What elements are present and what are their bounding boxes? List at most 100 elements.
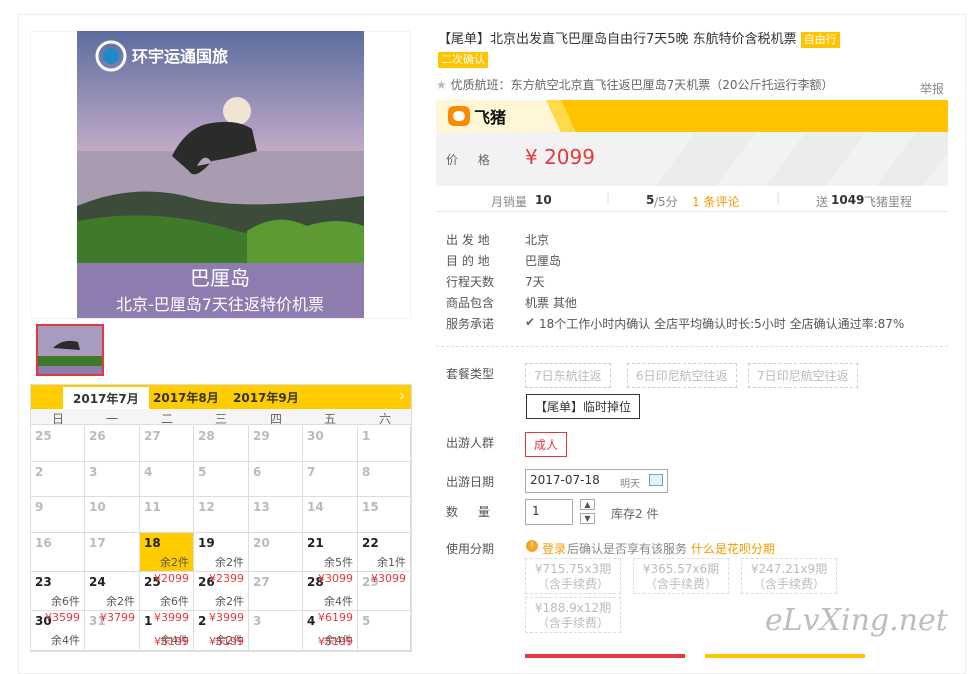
- installment-note: 后确认是否享有该服务: [567, 542, 688, 556]
- calendar-day[interactable]: 30 ¥3599 余4件: [31, 611, 85, 651]
- huabei-info-link[interactable]: 什么是花呗分期: [691, 540, 775, 557]
- calendar-day-number: 2: [198, 614, 207, 628]
- calendar-day-stock: 余6件: [51, 595, 80, 608]
- calendar-day-stock: 余2件: [215, 556, 244, 569]
- calendar-day: 3: [249, 611, 303, 651]
- quantity-down-icon[interactable]: ▼: [580, 513, 595, 524]
- info-key: 行程天数: [446, 275, 495, 289]
- month-tab-aug[interactable]: 2017年8月: [153, 389, 219, 406]
- installment-option[interactable]: ¥247.21x9期 （含手续费）: [741, 558, 837, 594]
- calendar-day[interactable]: 19 余2件: [194, 533, 249, 572]
- calendar-day[interactable]: 26 ¥2399 余2件: [194, 572, 249, 611]
- image-caption-subtitle: 北京-巴厘岛7天往返特价机票: [116, 295, 324, 314]
- calendar-day[interactable]: 4 ¥6199 余4件 ¥5199: [303, 611, 358, 651]
- installment-login-link[interactable]: 登录: [542, 540, 566, 557]
- installment-fee-note: （含手续费）: [536, 616, 609, 630]
- weekday-label: 一: [105, 412, 118, 426]
- calendar-day-number: 12: [198, 500, 215, 514]
- add-to-cart-button[interactable]: [705, 654, 865, 658]
- product-title-text: 【尾单】北京出发直飞巴厘岛自由行7天5晚 东航特价含税机票: [438, 32, 797, 47]
- rating-suffix: /5分: [654, 195, 678, 209]
- calendar-day: 20: [249, 533, 303, 572]
- calendar-day-number: 16: [35, 536, 52, 550]
- miles-suffix: 飞猪里程: [864, 195, 913, 209]
- calendar-day: 31 ¥3799: [85, 611, 140, 651]
- calendar-day[interactable]: 28 ¥3099 余4件: [303, 572, 358, 611]
- calendar-day: 9: [31, 497, 85, 533]
- thumbnail-image[interactable]: [36, 324, 104, 376]
- calendar-icon[interactable]: [649, 474, 663, 486]
- calendar-day-number: 23: [35, 575, 52, 589]
- calendar-day: 3: [85, 462, 140, 497]
- calendar-day[interactable]: 25 ¥2099 余6件: [140, 572, 194, 611]
- monthly-sales-value: 10: [535, 193, 552, 207]
- calendar-day-number: 9: [35, 500, 44, 514]
- traveler-type-adult[interactable]: 成人: [525, 432, 568, 457]
- calendar-day-price: ¥3999: [154, 611, 189, 624]
- calendar-day: 7: [303, 462, 358, 497]
- travel-date-value: 2017-07-18: [530, 473, 600, 487]
- calendar-day-number: 1: [144, 614, 153, 628]
- calendar-day-price: ¥5199: [318, 635, 353, 648]
- brand-logo-text: 环宇运通国旅: [132, 47, 228, 66]
- installment-option[interactable]: ¥365.57x6期 （含手续费）: [633, 558, 729, 594]
- weekday-label: 日: [51, 412, 64, 426]
- calendar-day-number: 21: [307, 536, 324, 550]
- quantity-input[interactable]: 1: [525, 499, 573, 525]
- calendar-day-number: 4: [144, 465, 153, 479]
- calendar-day-number: 15: [362, 500, 379, 514]
- month-tab-jul[interactable]: 2017年7月: [63, 387, 149, 409]
- travel-date-hint: 明天: [620, 479, 640, 490]
- calendar-day[interactable]: 18 余2件: [140, 533, 194, 572]
- calendar-day[interactable]: 1 ¥3999 余4件 ¥5199: [140, 611, 194, 651]
- calendar-day: 14: [303, 497, 358, 533]
- calendar-day-stock: 余4件: [324, 595, 353, 608]
- book-now-button[interactable]: [525, 654, 685, 658]
- product-subtitle: ★ 优质航班：东方航空北京直飞往返巴厘岛7天机票（20公斤托运行李额）: [436, 76, 834, 93]
- calendar-day: 1: [358, 426, 411, 462]
- installment-option[interactable]: ¥715.75x3期 （含手续费）: [525, 558, 621, 594]
- info-value: 北京: [525, 233, 550, 247]
- info-value: 18个工作小时内确认 全店平均确认时长:5小时 全店确认通过率:87%: [539, 317, 905, 331]
- main-product-image[interactable]: 环宇运通国旅 巴厘岛 北京-巴厘岛7天往返特价机票: [77, 31, 364, 318]
- price-value: ¥ 2099: [525, 145, 595, 169]
- calendar-day[interactable]: 2 ¥3999 余2件 ¥5199: [194, 611, 249, 651]
- calendar-day[interactable]: 22 余1件: [358, 533, 411, 572]
- calendar-day: 13: [249, 497, 303, 533]
- package-option-selected[interactable]: 【尾单】临时掉位: [526, 394, 641, 419]
- miles-value: 1049: [831, 193, 865, 207]
- calendar-day: 4: [140, 462, 194, 497]
- report-link[interactable]: 举报: [920, 80, 944, 97]
- package-option[interactable]: 7日印尼航空往返: [748, 363, 858, 388]
- calendar-day: 29 ¥3099: [358, 572, 411, 611]
- review-count-link[interactable]: 1 条评论: [692, 193, 739, 210]
- calendar-day-number: 3: [253, 614, 262, 628]
- package-option[interactable]: 7日东航往返: [525, 363, 611, 388]
- info-value: 机票 其他: [525, 296, 577, 310]
- month-tab-sep[interactable]: 2017年9月: [233, 389, 299, 406]
- calendar-day: 11: [140, 497, 194, 533]
- calendar-day-number: 17: [89, 536, 106, 550]
- calendar-day-stock: 余2件: [215, 595, 244, 608]
- package-option[interactable]: 6日印尼航空往返: [627, 363, 737, 388]
- service-promise-icon: ✔: [525, 315, 536, 329]
- image-caption-title: 巴厘岛: [190, 266, 250, 290]
- installment-amount: ¥365.57x6期: [642, 562, 720, 576]
- calendar-day: 5: [358, 611, 411, 651]
- travel-date-input[interactable]: 2017-07-18 明天: [525, 469, 668, 493]
- price-box: [436, 132, 948, 186]
- calendar-day[interactable]: 24 余2件: [85, 572, 140, 611]
- calendar-day-number: 5: [362, 614, 371, 628]
- calendar-day[interactable]: 21 余5件: [303, 533, 358, 572]
- calendar-day[interactable]: 23 余6件: [31, 572, 85, 611]
- calendar-day-price: ¥6199: [318, 611, 353, 624]
- next-month-icon[interactable]: ›: [399, 388, 405, 404]
- departure-calendar: 2017年7月 2017年8月 2017年9月 › 日 一 二 三 四 五 六 …: [30, 384, 412, 652]
- quantity-up-icon[interactable]: ▲: [580, 499, 595, 510]
- confirm-badge: 二次确认: [438, 52, 488, 68]
- installment-amount: ¥247.21x9期: [750, 562, 828, 576]
- calendar-day-number: 19: [198, 536, 215, 550]
- watermark: eLvXing.net: [765, 603, 948, 638]
- bali-sunset-photo: 环宇运通国旅 巴厘岛 北京-巴厘岛7天往返特价机票: [77, 31, 364, 318]
- installment-option[interactable]: ¥188.9x12期 （含手续费）: [525, 597, 621, 633]
